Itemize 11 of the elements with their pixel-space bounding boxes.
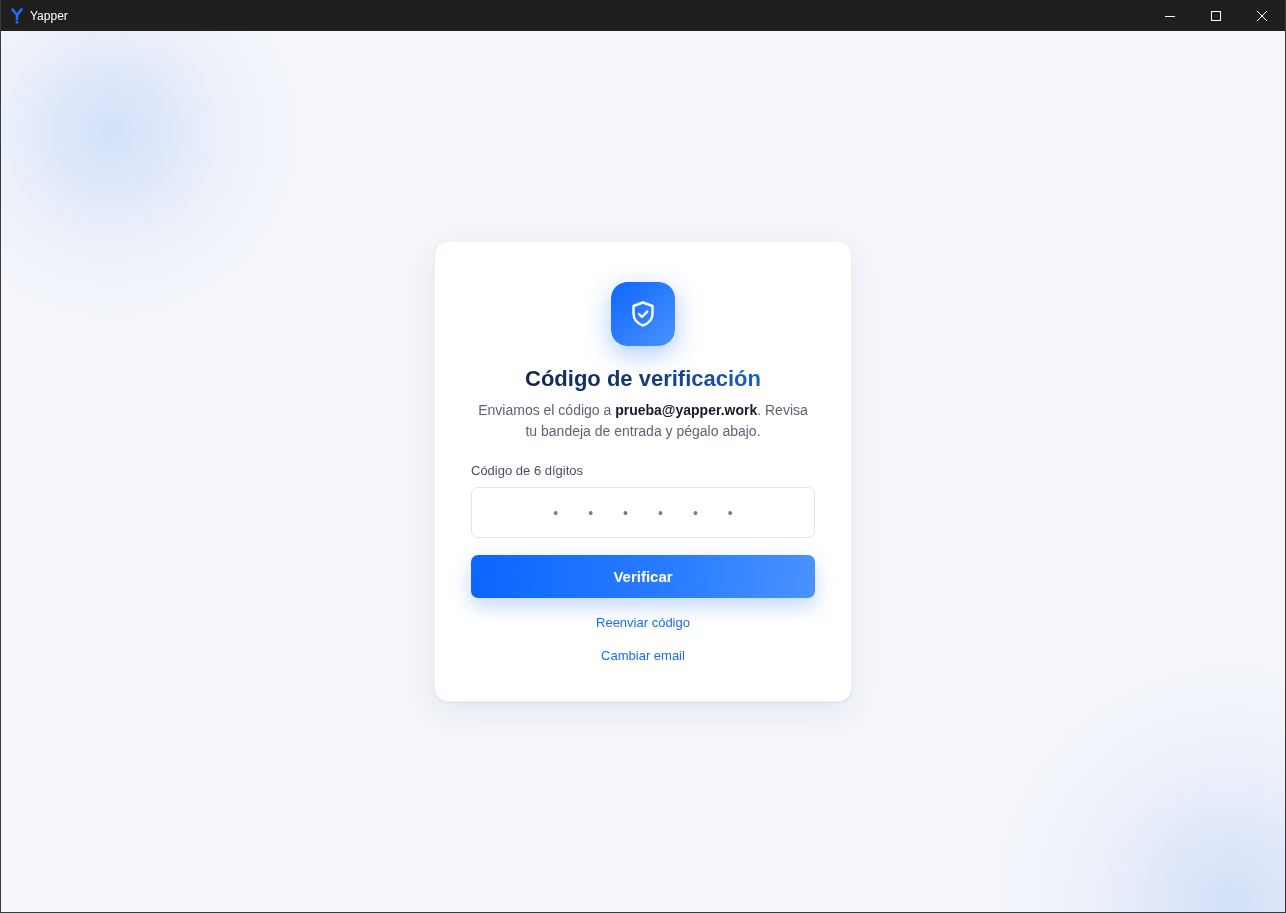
- text-link[interactable]: Reenviar código: [596, 614, 690, 632]
- close-icon: [1257, 10, 1267, 21]
- code-input-field[interactable]: ••••••: [471, 487, 815, 538]
- shield-check-icon: [611, 282, 675, 346]
- logo-icon: [11, 7, 23, 24]
- maximize-icon: [1211, 10, 1221, 21]
- text-link[interactable]: Cambiar email: [601, 647, 685, 665]
- verify-button[interactable]: Verificar: [471, 555, 815, 598]
- description-text: Enviamos el código a prueba@yapper.work. Revisa tu bandeja de entrada y pégalo abajo.: [477, 401, 809, 441]
- field-label: Código de 6 dígitos: [471, 462, 585, 480]
- window-title: Yapper: [30, 8, 68, 23]
